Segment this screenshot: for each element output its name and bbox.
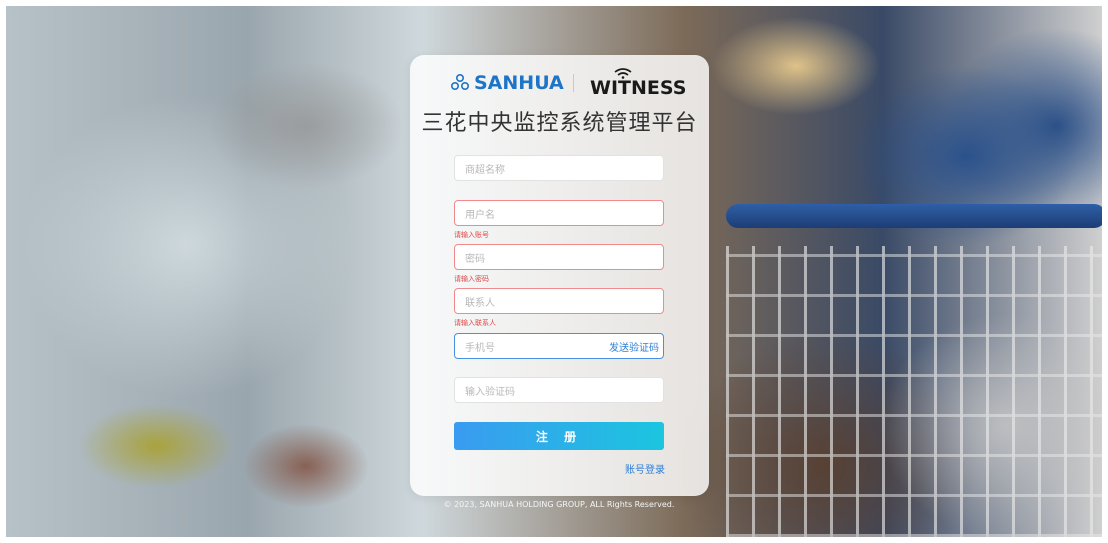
contact-placeholder: 联系人 <box>465 297 495 309</box>
phone-field[interactable]: 手机号 发送验证码 <box>454 333 664 359</box>
logo-divider <box>573 74 574 92</box>
page-title: 三花中央监控系统管理平台 <box>421 111 698 136</box>
username-placeholder: 用户名 <box>465 209 495 221</box>
register-button[interactable]: 注 册 <box>454 422 664 450</box>
account-login-link[interactable]: 账号登录 <box>625 461 665 476</box>
witness-logo: WITNESS <box>590 68 686 98</box>
username-field[interactable]: 用户名 <box>454 200 664 226</box>
password-error: 请输入密码 <box>454 275 489 283</box>
username-error: 请输入账号 <box>454 231 489 239</box>
cart-handle <box>726 204 1102 228</box>
send-code-button[interactable]: 发送验证码 <box>609 339 659 354</box>
verification-code-field[interactable]: 输入验证码 <box>454 377 664 403</box>
contact-error: 请输入联系人 <box>454 319 496 327</box>
sanhua-logo-icon <box>450 73 470 91</box>
contact-field[interactable]: 联系人 <box>454 288 664 314</box>
copyright-footer: © 2023, SANHUA HOLDING GROUP, ALL Rights… <box>443 500 675 509</box>
register-card: SANHUA WITNESS 三花中央监控系统管理平台 商超名称 用户名 请输入… <box>410 55 709 496</box>
password-placeholder: 密码 <box>465 253 485 265</box>
cart-basket <box>726 246 1102 537</box>
sanhua-brand-text: SANHUA <box>474 72 564 94</box>
verification-code-placeholder: 输入验证码 <box>465 386 515 398</box>
store-name-placeholder: 商超名称 <box>465 164 505 176</box>
store-name-field[interactable]: 商超名称 <box>454 155 664 181</box>
witness-brand-text: WITNESS <box>590 77 687 99</box>
password-field[interactable]: 密码 <box>454 244 664 270</box>
sanhua-logo: SANHUA <box>450 70 564 96</box>
logo-bar: SANHUA WITNESS <box>410 68 709 98</box>
phone-placeholder: 手机号 <box>465 342 495 354</box>
